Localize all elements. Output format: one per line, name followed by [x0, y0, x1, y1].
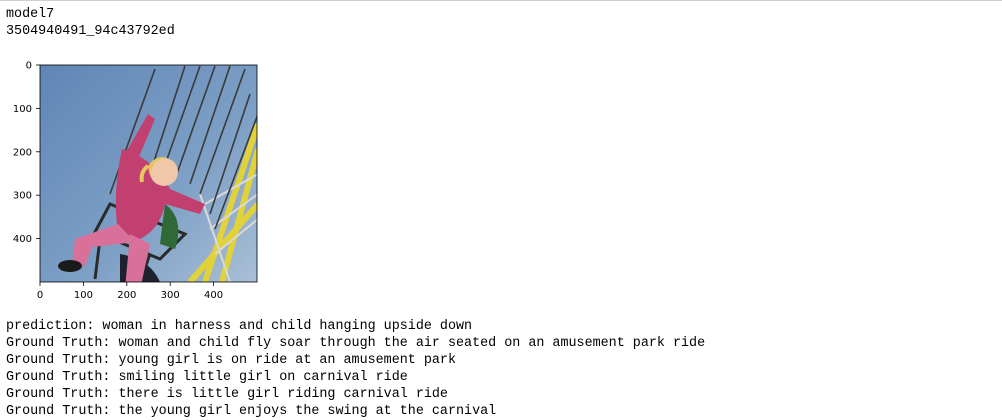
y-tick-label: 100 — [13, 104, 32, 115]
prediction-text: prediction: woman in harness and child h… — [6, 319, 473, 334]
cell-top-border — [0, 0, 1002, 1]
model-name-text: model7 — [6, 7, 55, 22]
image-plot-svg: 0 100 200 300 400 0 100 200 300 400 — [13, 61, 258, 301]
image-id-text: 3504940491_94c43792ed — [6, 24, 175, 39]
ground-truth-text: Ground Truth: young girl is on ride at a… — [6, 353, 456, 368]
x-tick-label: 0 — [37, 290, 43, 301]
ground-truth-text: Ground Truth: the young girl enjoys the … — [6, 404, 497, 419]
ground-truth-text: Ground Truth: there is little girl ridin… — [6, 387, 448, 402]
y-tick-label: 300 — [13, 191, 32, 202]
ground-truth-text: Ground Truth: woman and child fly soar t… — [6, 336, 706, 351]
y-tick-label: 200 — [13, 147, 32, 158]
caption-output: prediction: woman in harness and child h… — [6, 318, 705, 420]
image-plot: 0 100 200 300 400 0 100 200 300 400 — [0, 54, 270, 304]
ground-truth-text: Ground Truth: smiling little girl on car… — [6, 370, 408, 385]
x-tick-label: 400 — [204, 290, 223, 301]
x-tick-label: 100 — [74, 290, 93, 301]
y-tick-label: 400 — [13, 234, 32, 245]
y-tick-marks — [36, 64, 40, 240]
x-tick-label: 200 — [117, 290, 136, 301]
y-tick-label: 0 — [26, 61, 32, 72]
photo-image — [40, 65, 257, 282]
x-tick-marks — [39, 282, 215, 286]
x-tick-label: 300 — [161, 290, 180, 301]
